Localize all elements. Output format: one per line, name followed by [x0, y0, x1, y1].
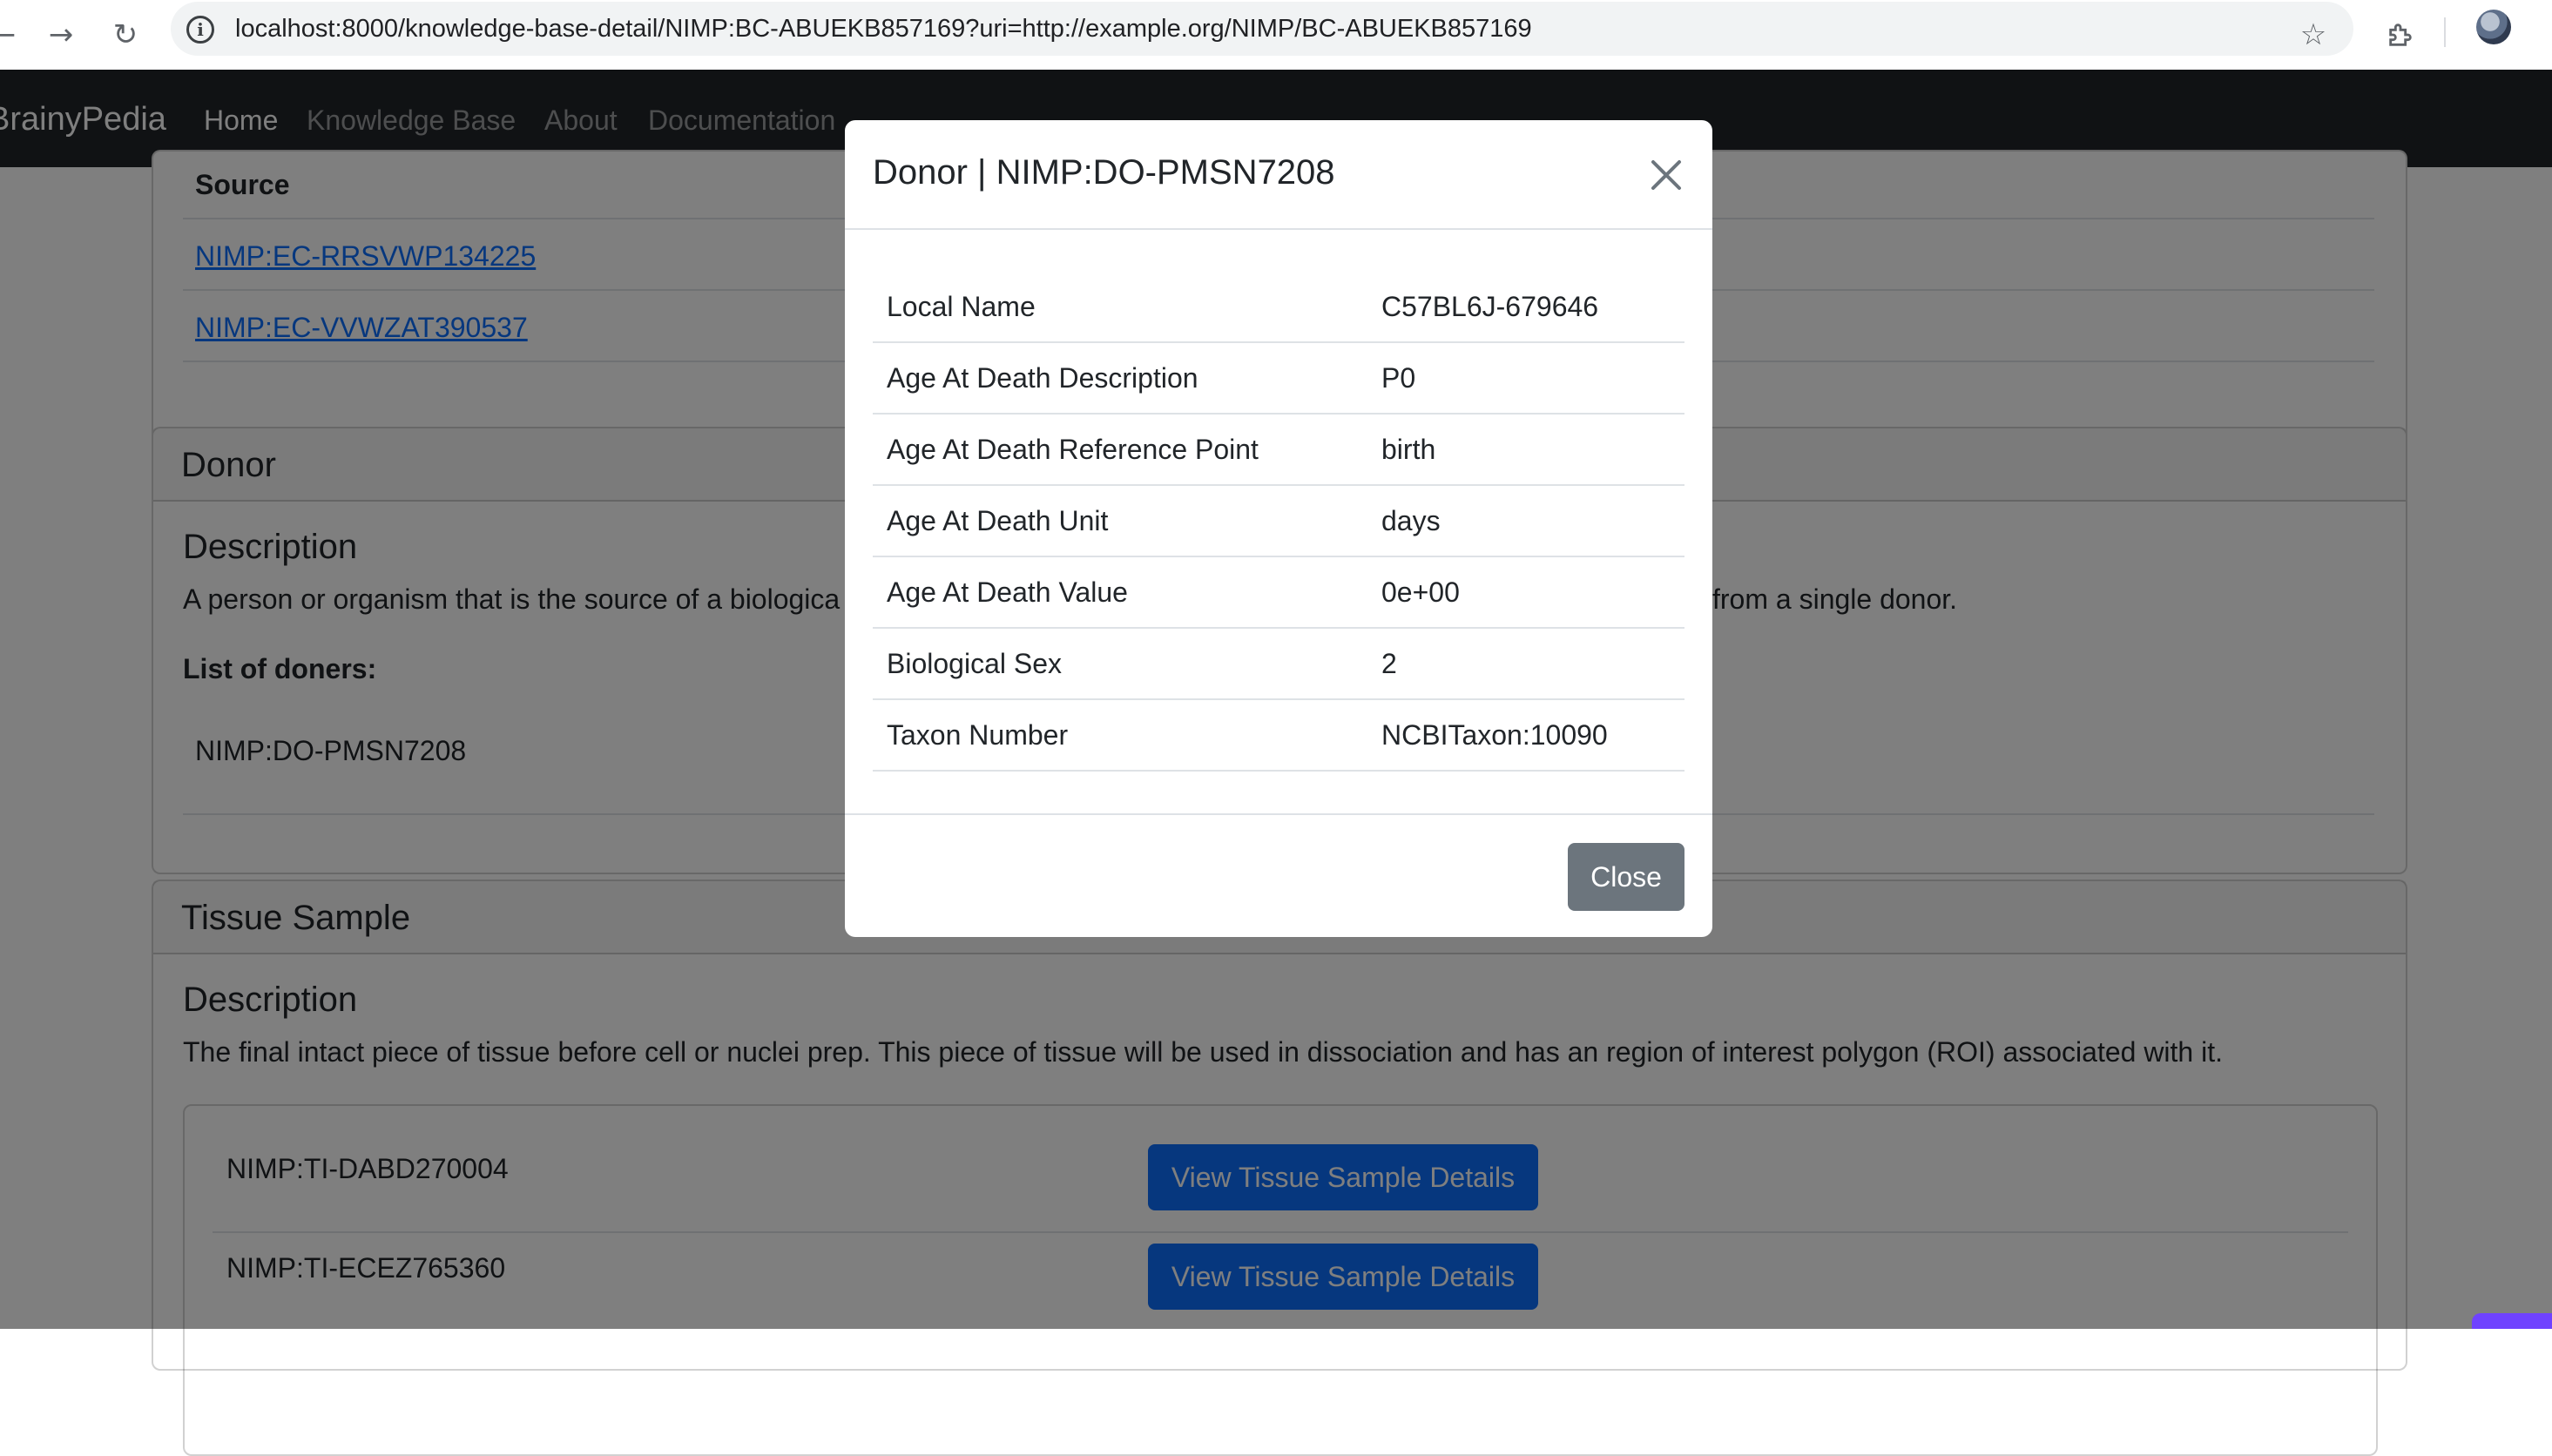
url-text[interactable]: localhost:8000/knowledge-base-detail/NIM… [235, 15, 1532, 44]
back-arrow-icon[interactable]: ← [0, 12, 26, 57]
donor-detail-table: Local Name C57BL6J-679646 Age At Death D… [873, 272, 1684, 772]
table-row: Age At Death Reference Point birth [873, 415, 1684, 486]
detail-value: 0e+00 [1381, 576, 1460, 608]
detail-key: Taxon Number [887, 719, 1069, 751]
address-bar[interactable]: i localhost:8000/knowledge-base-detail/N… [171, 2, 2353, 56]
detail-value: C57BL6J-679646 [1381, 291, 1599, 322]
extensions-icon[interactable] [2378, 12, 2423, 57]
bookmark-star-icon[interactable]: ☆ [2291, 12, 2336, 57]
detail-key: Age At Death Value [887, 576, 1128, 608]
table-row: Age At Death Description P0 [873, 343, 1684, 415]
donor-modal: Donor | NIMP:DO-PMSN7208 Local Name C57B… [845, 120, 1712, 937]
modal-title: Donor | NIMP:DO-PMSN7208 [873, 153, 1335, 192]
detail-key: Age At Death Reference Point [887, 434, 1259, 465]
close-button[interactable]: Close [1568, 843, 1684, 911]
detail-key: Age At Death Unit [887, 505, 1109, 536]
detail-value: days [1381, 505, 1441, 536]
modal-footer: Close [845, 813, 1712, 937]
detail-key: Biological Sex [887, 648, 1062, 679]
table-row: Taxon Number NCBITaxon:10090 [873, 700, 1684, 772]
site-info-icon[interactable]: i [186, 16, 214, 44]
detail-value: birth [1381, 434, 1436, 465]
close-icon[interactable] [1650, 158, 1683, 192]
table-row: Biological Sex 2 [873, 629, 1684, 700]
reload-icon[interactable]: ↻ [103, 12, 148, 57]
detail-value: NCBITaxon:10090 [1381, 719, 1608, 751]
detail-key: Local Name [887, 291, 1036, 322]
forward-arrow-icon[interactable]: → [38, 12, 84, 57]
detail-key: Age At Death Description [887, 362, 1198, 394]
profile-avatar[interactable] [2476, 10, 2511, 44]
detail-value: 2 [1381, 648, 1397, 679]
corner-widget[interactable] [2472, 1313, 2552, 1329]
browser-toolbar: ← → ↻ i localhost:8000/knowledge-base-de… [0, 0, 2552, 71]
table-row: Local Name C57BL6J-679646 [873, 272, 1684, 343]
modal-header: Donor | NIMP:DO-PMSN7208 [845, 120, 1712, 230]
table-row: Age At Death Value 0e+00 [873, 557, 1684, 629]
toolbar-separator [2444, 17, 2446, 47]
detail-value: P0 [1381, 362, 1416, 394]
table-row: Age At Death Unit days [873, 486, 1684, 557]
